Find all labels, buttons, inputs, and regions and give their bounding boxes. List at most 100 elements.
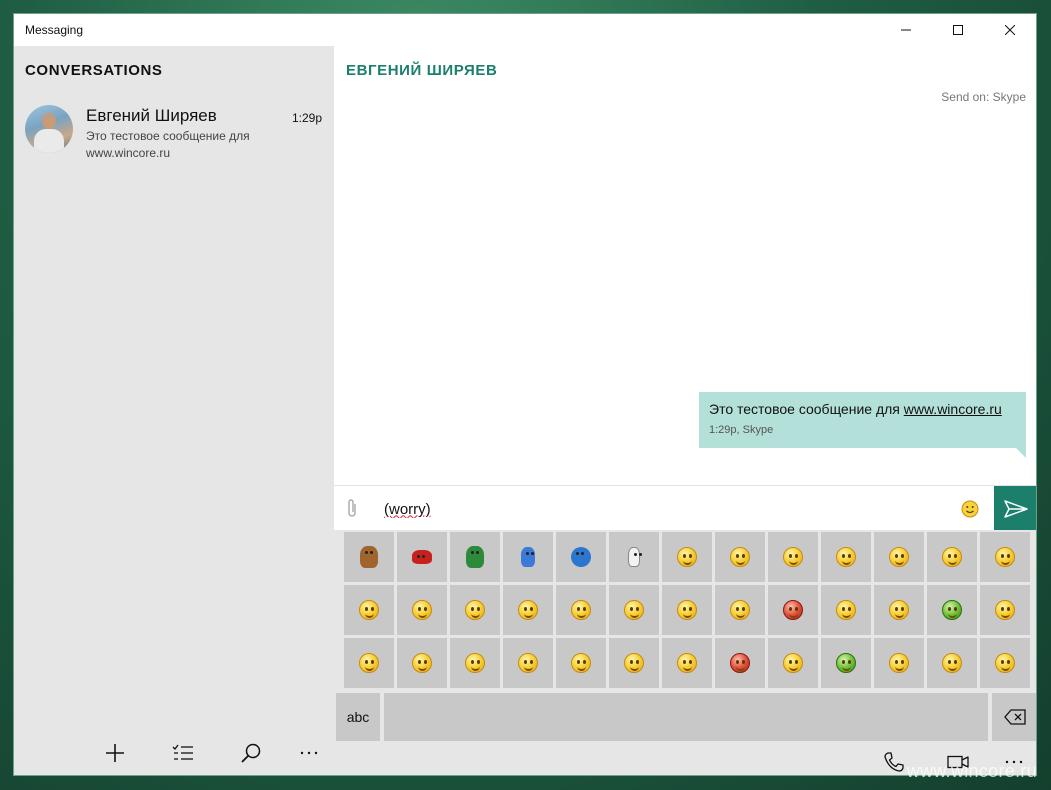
close-icon (1005, 25, 1015, 35)
select-button[interactable] (159, 729, 207, 775)
emoji-key[interactable] (821, 585, 871, 635)
emoji-key[interactable] (715, 532, 765, 582)
emoji-key[interactable] (397, 638, 447, 688)
search-icon (241, 743, 261, 763)
emoji-key[interactable] (503, 638, 553, 688)
emoji-key[interactable] (874, 585, 924, 635)
title-bar: Messaging (14, 14, 1036, 46)
avatar (25, 105, 73, 153)
headbang-emoji-icon (942, 653, 962, 673)
close-button[interactable] (984, 14, 1036, 46)
more-button-left[interactable] (285, 729, 333, 775)
conversations-panel: CONVERSATIONS Евгений Ширяев 1:29p Это т… (14, 46, 334, 775)
window-title: Messaging (25, 23, 84, 37)
bird-emoji-icon (521, 547, 535, 567)
blush-emoji-icon (571, 600, 591, 620)
emoji-key[interactable] (715, 638, 765, 688)
emoji-key[interactable] (344, 638, 394, 688)
emoji-key[interactable] (556, 638, 606, 688)
emoji-key[interactable] (662, 532, 712, 582)
minimize-button[interactable] (880, 14, 932, 46)
search-button[interactable] (227, 729, 275, 775)
emoji-key[interactable] (450, 585, 500, 635)
message-meta: 1:29p, Skype (709, 424, 774, 436)
emoji-key[interactable] (874, 638, 924, 688)
message-link[interactable]: www.wincore.ru (904, 401, 1002, 417)
conversation-item[interactable]: Евгений Ширяев 1:29p Это тестовое сообще… (14, 102, 334, 168)
new-conversation-button[interactable] (91, 729, 139, 775)
abc-key[interactable]: abc (336, 693, 380, 741)
conversations-heading: CONVERSATIONS (25, 62, 163, 79)
emoji-key[interactable] (556, 532, 606, 582)
compose-bar (334, 485, 1036, 531)
emoji-key[interactable] (397, 585, 447, 635)
emoji-button[interactable] (961, 500, 979, 523)
message-text: Это тестовое сообщение для www.wincore.r… (709, 401, 1016, 417)
backspace-icon (1004, 709, 1026, 725)
emoji-key[interactable] (503, 532, 553, 582)
emoji-key[interactable] (980, 585, 1030, 635)
emoji-key[interactable] (503, 585, 553, 635)
emoji-key[interactable] (662, 638, 712, 688)
emoji-key[interactable] (344, 585, 394, 635)
space-key[interactable] (384, 693, 988, 741)
emoji-key[interactable] (821, 638, 871, 688)
emoji-key[interactable] (980, 532, 1030, 582)
in-love-emoji-icon (783, 600, 803, 620)
phone-icon (884, 751, 904, 772)
cool-emoji-icon (836, 547, 856, 567)
evil-grin-emoji-icon (836, 600, 856, 620)
emoji-key[interactable] (450, 532, 500, 582)
minimize-icon (901, 29, 911, 31)
emoji-key[interactable] (768, 532, 818, 582)
green-creature-emoji-icon (466, 546, 484, 568)
kiss-emoji-icon (465, 600, 485, 620)
neutral-emoji-icon (412, 600, 432, 620)
message-input[interactable] (384, 496, 944, 522)
emoji-key[interactable] (927, 638, 977, 688)
emoji-key[interactable] (927, 585, 977, 635)
emoji-key[interactable] (450, 638, 500, 688)
mute-emoji-icon (677, 653, 697, 673)
surprised-emoji-icon (889, 547, 909, 567)
maximize-button[interactable] (932, 14, 984, 46)
send-on-selector[interactable]: Send on: Skype (941, 90, 1026, 104)
emoji-key[interactable] (768, 585, 818, 635)
watermark: www.wincore.ru (906, 761, 1037, 781)
send-button[interactable] (994, 486, 1036, 531)
emoji-keyboard: abc (334, 530, 1036, 746)
figure-emoji-icon (628, 547, 640, 567)
send-icon (1004, 499, 1028, 518)
puke-emoji-icon (942, 600, 962, 620)
smirk-emoji-icon (571, 653, 591, 673)
chat-panel: ЕВГЕНИЙ ШИРЯЕВ Send on: Skype Это тестов… (334, 46, 1036, 775)
plus-icon (106, 744, 124, 762)
emoji-key[interactable] (609, 532, 659, 582)
sleepy-emoji-icon (677, 600, 697, 620)
smile-emoji-icon (677, 547, 697, 567)
emoji-key[interactable] (344, 532, 394, 582)
emoji-key[interactable] (715, 585, 765, 635)
backspace-key[interactable] (992, 693, 1036, 741)
attach-button[interactable] (346, 498, 358, 523)
paperclip-icon (348, 499, 356, 517)
emoji-key[interactable] (821, 532, 871, 582)
tongue-emoji-icon (518, 600, 538, 620)
emoji-key[interactable] (609, 638, 659, 688)
grin-emoji-icon (783, 547, 803, 567)
emoji-key[interactable] (927, 532, 977, 582)
emoji-key[interactable] (874, 532, 924, 582)
emoji-key[interactable] (556, 585, 606, 635)
messaging-window: Messaging CONVERSATIONS Евгений Ширяев 1… (13, 13, 1037, 776)
emoji-key[interactable] (609, 585, 659, 635)
thinking-emoji-icon (995, 653, 1015, 673)
left-command-bar (14, 729, 334, 775)
emoji-key[interactable] (768, 638, 818, 688)
wondering-emoji-icon (624, 600, 644, 620)
emoji-key[interactable] (980, 638, 1030, 688)
emoji-key[interactable] (662, 585, 712, 635)
emoji-key[interactable] (397, 532, 447, 582)
bat-emoji-icon (412, 550, 432, 564)
maximize-icon (953, 25, 963, 35)
sad-emoji-icon (730, 547, 750, 567)
